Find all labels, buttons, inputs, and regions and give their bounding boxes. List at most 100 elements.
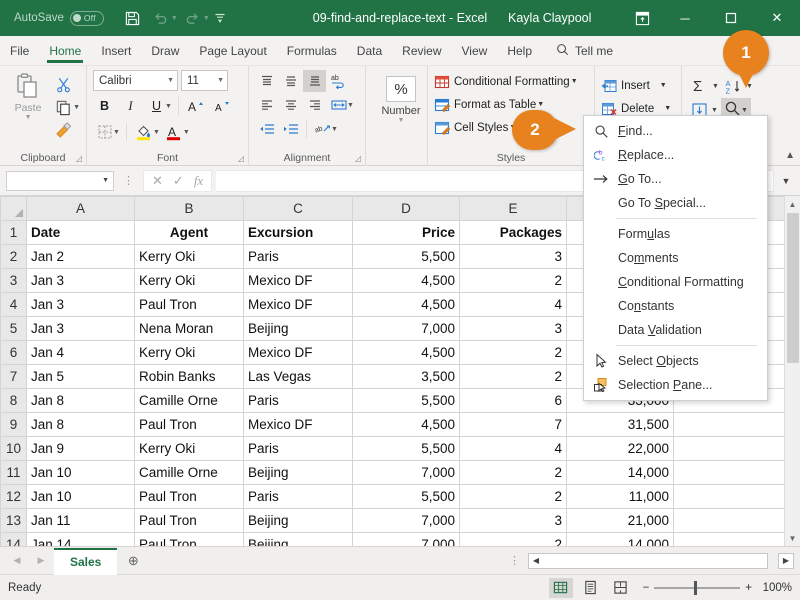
cell-a9[interactable]: Jan 8 [26, 412, 135, 437]
horizontal-scroll-track[interactable] [543, 553, 767, 568]
cell-f14[interactable]: 14,000 [566, 532, 674, 546]
cell-a12[interactable]: Jan 10 [26, 484, 135, 509]
scroll-up-icon[interactable]: ▲ [784, 196, 800, 212]
menu-item-replace[interactable]: bc Replace... [584, 143, 767, 167]
cell-f12[interactable]: 11,000 [566, 484, 674, 509]
cell-e1[interactable]: Packages [459, 220, 567, 245]
chevron-down-icon[interactable]: ▼ [102, 177, 109, 184]
menu-item-data-validation[interactable]: Data Validation [584, 318, 767, 342]
cell-d9[interactable]: 4,500 [352, 412, 460, 437]
percent-style-button[interactable]: % [386, 76, 416, 102]
autosave-toggle[interactable]: Off [69, 10, 104, 26]
cell-a5[interactable]: Jan 3 [26, 316, 135, 341]
redo-dropdown-icon[interactable]: ▼ [203, 15, 210, 22]
cell-c13[interactable]: Beijing [243, 508, 353, 533]
close-button[interactable]: ✕ [754, 0, 800, 36]
align-top-icon[interactable] [255, 70, 278, 92]
cell-a8[interactable]: Jan 8 [26, 388, 135, 413]
cell-e13[interactable]: 3 [459, 508, 567, 533]
zoom-thumb[interactable] [694, 580, 698, 595]
increase-font-size-button[interactable]: A [185, 95, 208, 117]
cell-d3[interactable]: 4,500 [352, 268, 460, 293]
tab-help[interactable]: Help [497, 36, 542, 66]
cell-f10[interactable]: 22,000 [566, 436, 674, 461]
cell-a2[interactable]: Jan 2 [26, 244, 135, 269]
tab-insert[interactable]: Insert [91, 36, 141, 66]
number-dropdown-icon[interactable]: ▼ [398, 117, 405, 124]
scroll-right-icon[interactable]: ▶ [778, 552, 794, 569]
decrease-font-size-button[interactable]: A [211, 95, 234, 117]
copy-dropdown-icon[interactable]: ▼ [73, 104, 80, 111]
cell-c12[interactable]: Paris [243, 484, 353, 509]
tab-formulas[interactable]: Formulas [277, 36, 347, 66]
row-header-5[interactable]: 5 [0, 316, 27, 341]
cell-d11[interactable]: 7,000 [352, 460, 460, 485]
cell-a10[interactable]: Jan 9 [26, 436, 135, 461]
cell-g13[interactable] [673, 508, 794, 533]
align-center-icon[interactable] [279, 94, 302, 116]
align-right-icon[interactable] [303, 94, 326, 116]
enter-icon[interactable]: ✓ [173, 173, 184, 189]
cell-c11[interactable]: Beijing [243, 460, 353, 485]
cell-e14[interactable]: 2 [459, 532, 567, 546]
zoom-out-button[interactable]: − [643, 582, 650, 594]
scroll-down-icon[interactable]: ▼ [784, 530, 800, 546]
tab-page-layout[interactable]: Page Layout [189, 36, 276, 66]
cell-e7[interactable]: 2 [459, 364, 567, 389]
menu-item-constants[interactable]: Constants [584, 294, 767, 318]
zoom-level[interactable]: 100% [758, 582, 792, 594]
user-account-name[interactable]: Kayla Claypool [508, 11, 591, 25]
cell-b14[interactable]: Paul Tron [134, 532, 244, 546]
cell-d5[interactable]: 7,000 [352, 316, 460, 341]
align-middle-icon[interactable] [279, 70, 302, 92]
next-sheet-icon[interactable]: ▶ [30, 549, 52, 573]
insert-cells-button[interactable]: Insert ▼ [601, 74, 675, 97]
save-icon[interactable] [120, 5, 146, 31]
row-header-6[interactable]: 6 [0, 340, 27, 365]
cell-c6[interactable]: Mexico DF [243, 340, 353, 365]
cell-d2[interactable]: 5,500 [352, 244, 460, 269]
tab-draw[interactable]: Draw [141, 36, 189, 66]
zoom-in-button[interactable]: + [745, 582, 752, 594]
cell-e8[interactable]: 6 [459, 388, 567, 413]
cell-d8[interactable]: 5,500 [352, 388, 460, 413]
cell-g10[interactable] [673, 436, 794, 461]
chevron-down-icon[interactable]: ▼ [664, 105, 671, 112]
cell-c3[interactable]: Mexico DF [243, 268, 353, 293]
chevron-down-icon[interactable]: ▼ [571, 78, 578, 85]
cell-b2[interactable]: Kerry Oki [134, 244, 244, 269]
tab-review[interactable]: Review [392, 36, 451, 66]
cell-c9[interactable]: Mexico DF [243, 412, 353, 437]
vertical-scroll-thumb[interactable] [786, 213, 799, 363]
row-header-4[interactable]: 4 [0, 292, 27, 317]
cell-a3[interactable]: Jan 3 [26, 268, 135, 293]
cell-b3[interactable]: Kerry Oki [134, 268, 244, 293]
vertical-scrollbar[interactable]: ▲ ▼ [784, 196, 800, 546]
cell-f11[interactable]: 14,000 [566, 460, 674, 485]
cut-button[interactable] [50, 74, 76, 95]
page-break-preview-icon[interactable] [609, 578, 633, 598]
cell-d14[interactable]: 7,000 [352, 532, 460, 546]
cell-a1[interactable]: Date [26, 220, 135, 245]
ribbon-display-options-icon[interactable] [622, 0, 662, 36]
increase-indent-icon[interactable] [279, 118, 302, 140]
bold-button[interactable]: B [93, 95, 116, 117]
cell-e12[interactable]: 2 [459, 484, 567, 509]
sheet-splitter-grip[interactable]: ⋮ [509, 554, 526, 567]
fill-color-dropdown-icon[interactable]: ▼ [153, 129, 160, 136]
zoom-slider[interactable]: − + [643, 580, 752, 595]
conditional-formatting-button[interactable]: Conditional Formatting ▼ [434, 70, 588, 93]
align-bottom-icon[interactable] [303, 70, 326, 92]
column-header-b[interactable]: B [134, 196, 244, 221]
cell-e2[interactable]: 3 [459, 244, 567, 269]
undo-dropdown-icon[interactable]: ▼ [171, 15, 178, 22]
cell-g11[interactable] [673, 460, 794, 485]
cell-e6[interactable]: 2 [459, 340, 567, 365]
cell-e10[interactable]: 4 [459, 436, 567, 461]
name-box[interactable]: ▼ [6, 170, 114, 191]
cell-c14[interactable]: Beijing [243, 532, 353, 546]
decrease-indent-icon[interactable] [255, 118, 278, 140]
expand-formula-bar-icon[interactable]: ▼ [778, 176, 794, 186]
column-header-e[interactable]: E [459, 196, 567, 221]
cell-b12[interactable]: Paul Tron [134, 484, 244, 509]
